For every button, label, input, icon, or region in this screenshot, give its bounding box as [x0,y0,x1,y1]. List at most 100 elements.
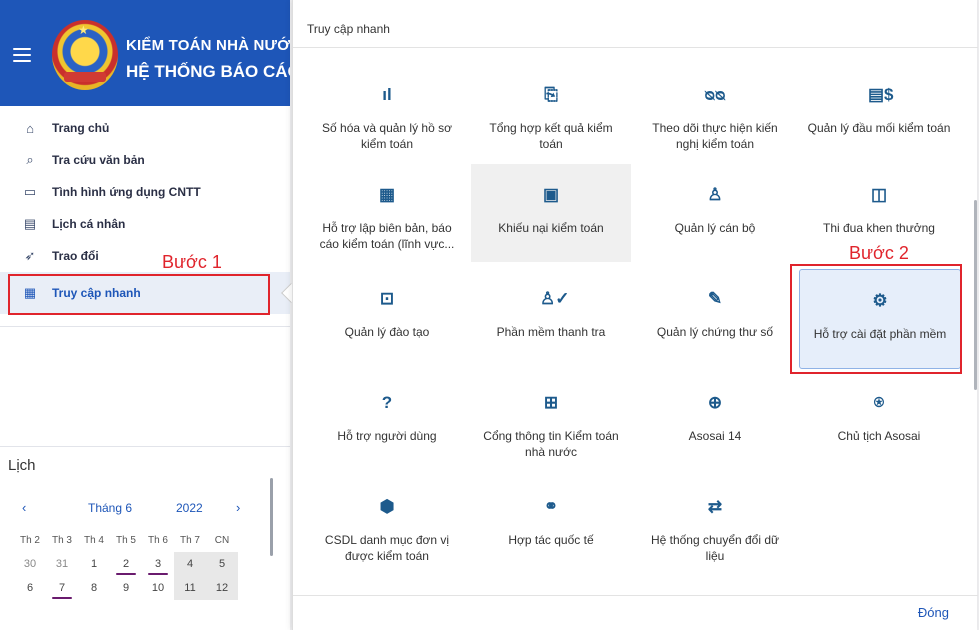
calendar-day[interactable]: 3 [142,552,174,576]
sidebar-item-label: Trang chủ [52,121,110,135]
tile-sav-portal[interactable]: ⊞ Cổng thông tin Kiểm toán nhà nước [471,372,631,478]
tile-label: Hỗ trợ người dùng [337,429,437,443]
tile-user-support[interactable]: ? Hỗ trợ người dùng [307,372,467,478]
weekday-label: Th 6 [147,534,168,546]
weekday-label: Th 7 [179,534,200,546]
calendar-grid: Th 2 Th 3 Th 4 Th 5 Th 6 Th 7 CN 30 31 1… [14,528,238,600]
calendar-day[interactable]: 12 [206,576,238,600]
weekday-label: Th 4 [83,534,104,546]
sidebar-item-it-status[interactable]: ▭ Tình hình ứng dụng CNTT [0,176,290,208]
calendar-day[interactable]: 31 [46,552,78,576]
chevron-left-icon[interactable]: ‹ [22,500,26,515]
tile-recommendation-tracking[interactable]: ᴓᴓ Theo dõi thực hiện kiến nghị kiểm toá… [635,64,795,170]
sidebar-item-document-search[interactable]: ⌕ Tra cứu văn bản [0,144,290,176]
step-1-highlight-box [8,274,270,315]
weekday-label: Th 2 [19,534,40,546]
box-icon: ⬢ [379,497,395,516]
tile-label: Quản lý đầu mối kiểm toán [807,121,951,135]
sidebar-item-exchange[interactable]: ➶ Trao đổi [0,240,290,272]
step-2-annotation: Bước 2 [849,243,909,263]
sidebar-item-personal-calendar[interactable]: ▤ Lịch cá nhân [0,208,290,240]
tile-audit-records[interactable]: ıl Số hóa và quản lý hồ sơ kiểm toán [307,64,467,170]
calendar-day[interactable]: 11 [174,576,206,600]
divider [293,47,978,48]
sidebar-item-label: Trao đổi [52,249,99,263]
calendar-title: Lịch [8,457,36,474]
divider [0,446,290,447]
chairman-icon: ⍟ [873,393,885,412]
globe-calendar-icon: ⊕ [707,393,723,412]
tile-label: Tổng hợp kết quả kiểm toán [489,121,613,151]
document-search-icon: ⌕ [26,152,34,167]
step-2-highlight-box [790,264,962,374]
bar-chart-icon: ıl [382,85,392,104]
tile-inspection-software[interactable]: ♙✓ Phần mềm thanh tra [471,268,631,374]
panel-title: Truy cập nhanh [307,22,390,36]
document-chart-icon: ▦ [378,185,396,204]
weekday-label: CN [214,534,230,546]
tile-data-conversion[interactable]: ⇄ Hệ thống chuyển đổi dữ liệu [635,476,795,582]
brand-subtitle: HỆ THỐNG BÁO CÁO [126,62,301,81]
handshake-icon: ⚭ [543,497,559,516]
tile-international-cooperation[interactable]: ⚭ Hợp tác quốc tế [471,476,631,582]
tile-training-management[interactable]: ⊡ Quản lý đào tạo [307,268,467,374]
tile-audited-units-db[interactable]: ⬢ CSDL danh mục đơn vị được kiểm toán [307,476,467,582]
tile-label: Hợp tác quốc tế [508,533,594,547]
tile-label: Chủ tịch Asosai [837,429,921,443]
calendar-month[interactable]: Tháng 6 [88,501,132,515]
tile-digital-certificates[interactable]: ✎ Quản lý chứng thư số [635,268,795,374]
tile-label: Khiếu nại kiểm toán [498,221,604,235]
divider [0,326,290,327]
send-icon: ➶ [24,248,36,263]
top-header: ★ KIỂM TOÁN NHÀ NƯỚC HỆ THỐNG BÁO CÁO [0,0,301,106]
award-icon: ◫ [870,185,888,204]
divider [293,595,978,596]
calendar-day[interactable]: 6 [14,576,46,600]
complaint-icon: ▣ [542,185,560,204]
tile-label: Thi đua khen thưởng [823,221,935,235]
weekday-label: Th 3 [51,534,72,546]
tile-label: Hỗ trợ lập biên bản, báo cáo kiểm toán (… [319,221,455,251]
tile-asosai-14[interactable]: ⊕ Asosai 14 [635,372,795,478]
convert-icon: ⇄ [707,497,723,516]
calendar-day[interactable]: 8 [78,576,110,600]
monitor-icon: ▭ [23,184,37,199]
sidebar-item-label: Tình hình ứng dụng CNTT [52,185,201,199]
tile-audit-complaints[interactable]: ▣ Khiếu nại kiểm toán [471,164,631,262]
calendar-day[interactable]: 1 [78,552,110,576]
tile-asosai-chairman[interactable]: ⍟ Chủ tịch Asosai [799,372,959,478]
tile-label: Cổng thông tin Kiểm toán nhà nước [483,429,619,459]
building-money-icon: ▤$ [868,85,894,104]
home-icon: ⌂ [26,120,34,136]
chevron-right-icon[interactable]: › [236,500,240,515]
calendar-day[interactable]: 7 [46,576,78,600]
calendar-day[interactable]: 30 [14,552,46,576]
hamburger-icon[interactable] [13,48,31,62]
tile-report-support[interactable]: ▦ Hỗ trợ lập biên bản, báo cáo kiểm toán… [307,164,467,270]
calendar-day[interactable]: 10 [142,576,174,600]
calendar-day[interactable]: 4 [174,552,206,576]
user-check-icon: ♙✓ [540,289,570,308]
help-icon: ? [381,393,393,412]
calendar-year[interactable]: 2022 [176,501,203,515]
tile-label: Asosai 14 [688,429,742,443]
tile-label: Số hóa và quản lý hồ sơ kiểm toán [322,121,452,151]
calendar-day[interactable]: 5 [206,552,238,576]
tile-audit-contacts[interactable]: ▤$ Quản lý đầu mối kiểm toán [799,64,959,170]
calendar-day[interactable]: 9 [110,576,142,600]
tile-label: Quản lý chứng thư số [656,325,774,339]
close-button[interactable]: Đóng [918,605,949,620]
user-icon: ♙ [707,185,723,204]
scrollbar[interactable] [270,478,273,556]
calendar-icon: ▤ [23,216,37,231]
tile-audit-results[interactable]: ⎘ Tổng hợp kết quả kiểm toán [471,64,631,170]
calendar-day[interactable]: 2 [110,552,142,576]
training-board-icon: ⊡ [379,289,395,308]
tile-label: Hệ thống chuyển đổi dữ liệu [650,533,780,563]
tile-label: CSDL danh mục đơn vị được kiểm toán [324,533,450,563]
tile-staff-management[interactable]: ♙ Quản lý cán bộ [635,164,795,270]
sidebar-item-home[interactable]: ⌂ Trang chủ [0,112,290,144]
sidebar-item-label: Lịch cá nhân [52,217,126,231]
scrollbar[interactable] [974,200,977,390]
portal-icon: ⊞ [543,393,559,412]
